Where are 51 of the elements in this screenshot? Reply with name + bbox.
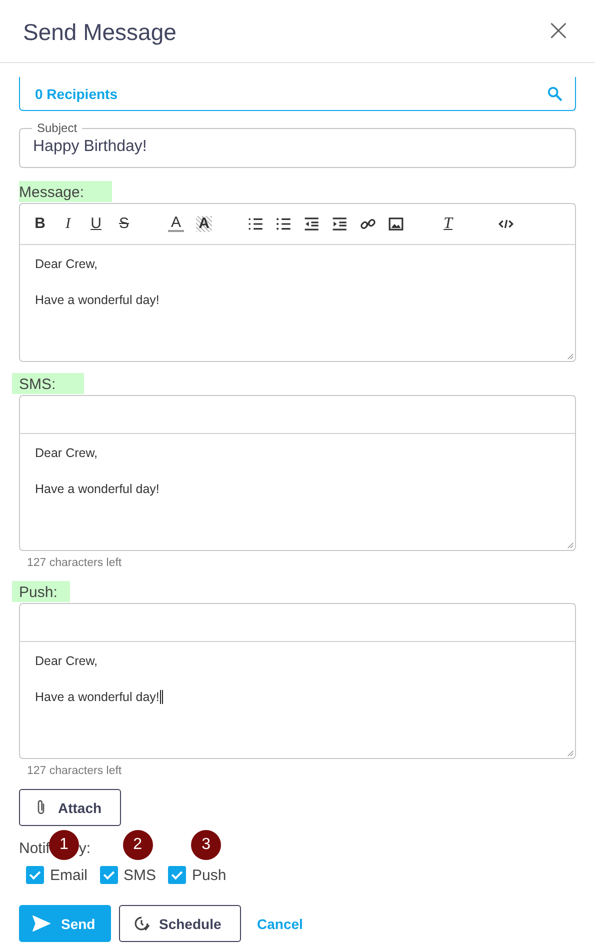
dialog-title: Send Message — [23, 18, 176, 46]
message-editor[interactable]: B I U S A A T Dear Crew, Have a wonderful day! — [19, 203, 576, 362]
checkbox-label: Push — [192, 866, 226, 884]
push-editor[interactable]: Dear Crew, Have a wonderful day! — [19, 603, 576, 759]
character-counter: 127 characters left — [27, 765, 123, 779]
text-line: Have a wonderful day! — [35, 481, 160, 498]
numbered-list-icon[interactable] — [248, 216, 264, 232]
image-icon[interactable] — [388, 216, 404, 232]
attach-button[interactable]: Attach — [19, 789, 121, 826]
text-line: Dear Crew, — [35, 653, 98, 670]
text-cursor — [160, 690, 162, 704]
italic-button[interactable]: I — [60, 216, 76, 232]
number-badge: 2 — [122, 830, 153, 860]
send-icon — [32, 915, 51, 932]
text-line: Dear Crew, — [35, 445, 98, 462]
clear-format-button[interactable]: T — [440, 216, 456, 232]
checkbox[interactable] — [100, 866, 118, 884]
resize-handle-icon — [567, 750, 574, 757]
subject-field[interactable]: Subject Happy Birthday! — [19, 121, 576, 168]
checkbox[interactable] — [168, 866, 186, 884]
link-icon[interactable] — [360, 216, 376, 232]
checkbox-label: SMS — [124, 866, 156, 884]
clock-icon — [133, 915, 150, 932]
text-line: Have a wonderful day! — [35, 689, 160, 706]
section-label: SMS: — [12, 373, 84, 394]
section-label: Push: — [12, 581, 70, 602]
underline-button[interactable]: U — [88, 216, 104, 232]
resize-handle-icon — [567, 542, 574, 549]
paperclip-icon — [36, 799, 46, 816]
schedule-button[interactable]: Schedule — [119, 905, 241, 942]
notify-label: Notif — [19, 840, 50, 858]
bullet-list-icon[interactable] — [276, 216, 292, 232]
highlight-button[interactable]: A — [196, 216, 212, 232]
sms-editor[interactable]: Dear Crew, Have a wonderful day! — [19, 395, 576, 551]
text-line: Dear Crew, — [35, 256, 98, 273]
resize-handle-icon — [567, 353, 574, 360]
checkbox[interactable] — [26, 866, 44, 884]
outdent-icon[interactable] — [304, 216, 320, 232]
bold-button[interactable]: B — [32, 216, 48, 232]
close-button[interactable]: × — [542, 16, 575, 46]
character-counter: 127 characters left — [27, 557, 123, 571]
search-icon — [546, 85, 563, 102]
indent-icon[interactable] — [332, 216, 348, 232]
number-badge: 3 — [191, 830, 222, 860]
text-line: Have a wonderful day! — [35, 292, 160, 309]
strikethrough-button[interactable]: S — [116, 216, 132, 232]
text-color-button[interactable]: A — [168, 216, 184, 232]
checkbox-label: Email — [50, 866, 88, 884]
section-label: Message: — [19, 181, 112, 202]
number-badge: 1 — [49, 830, 79, 860]
notify-label: y: — [78, 840, 91, 858]
